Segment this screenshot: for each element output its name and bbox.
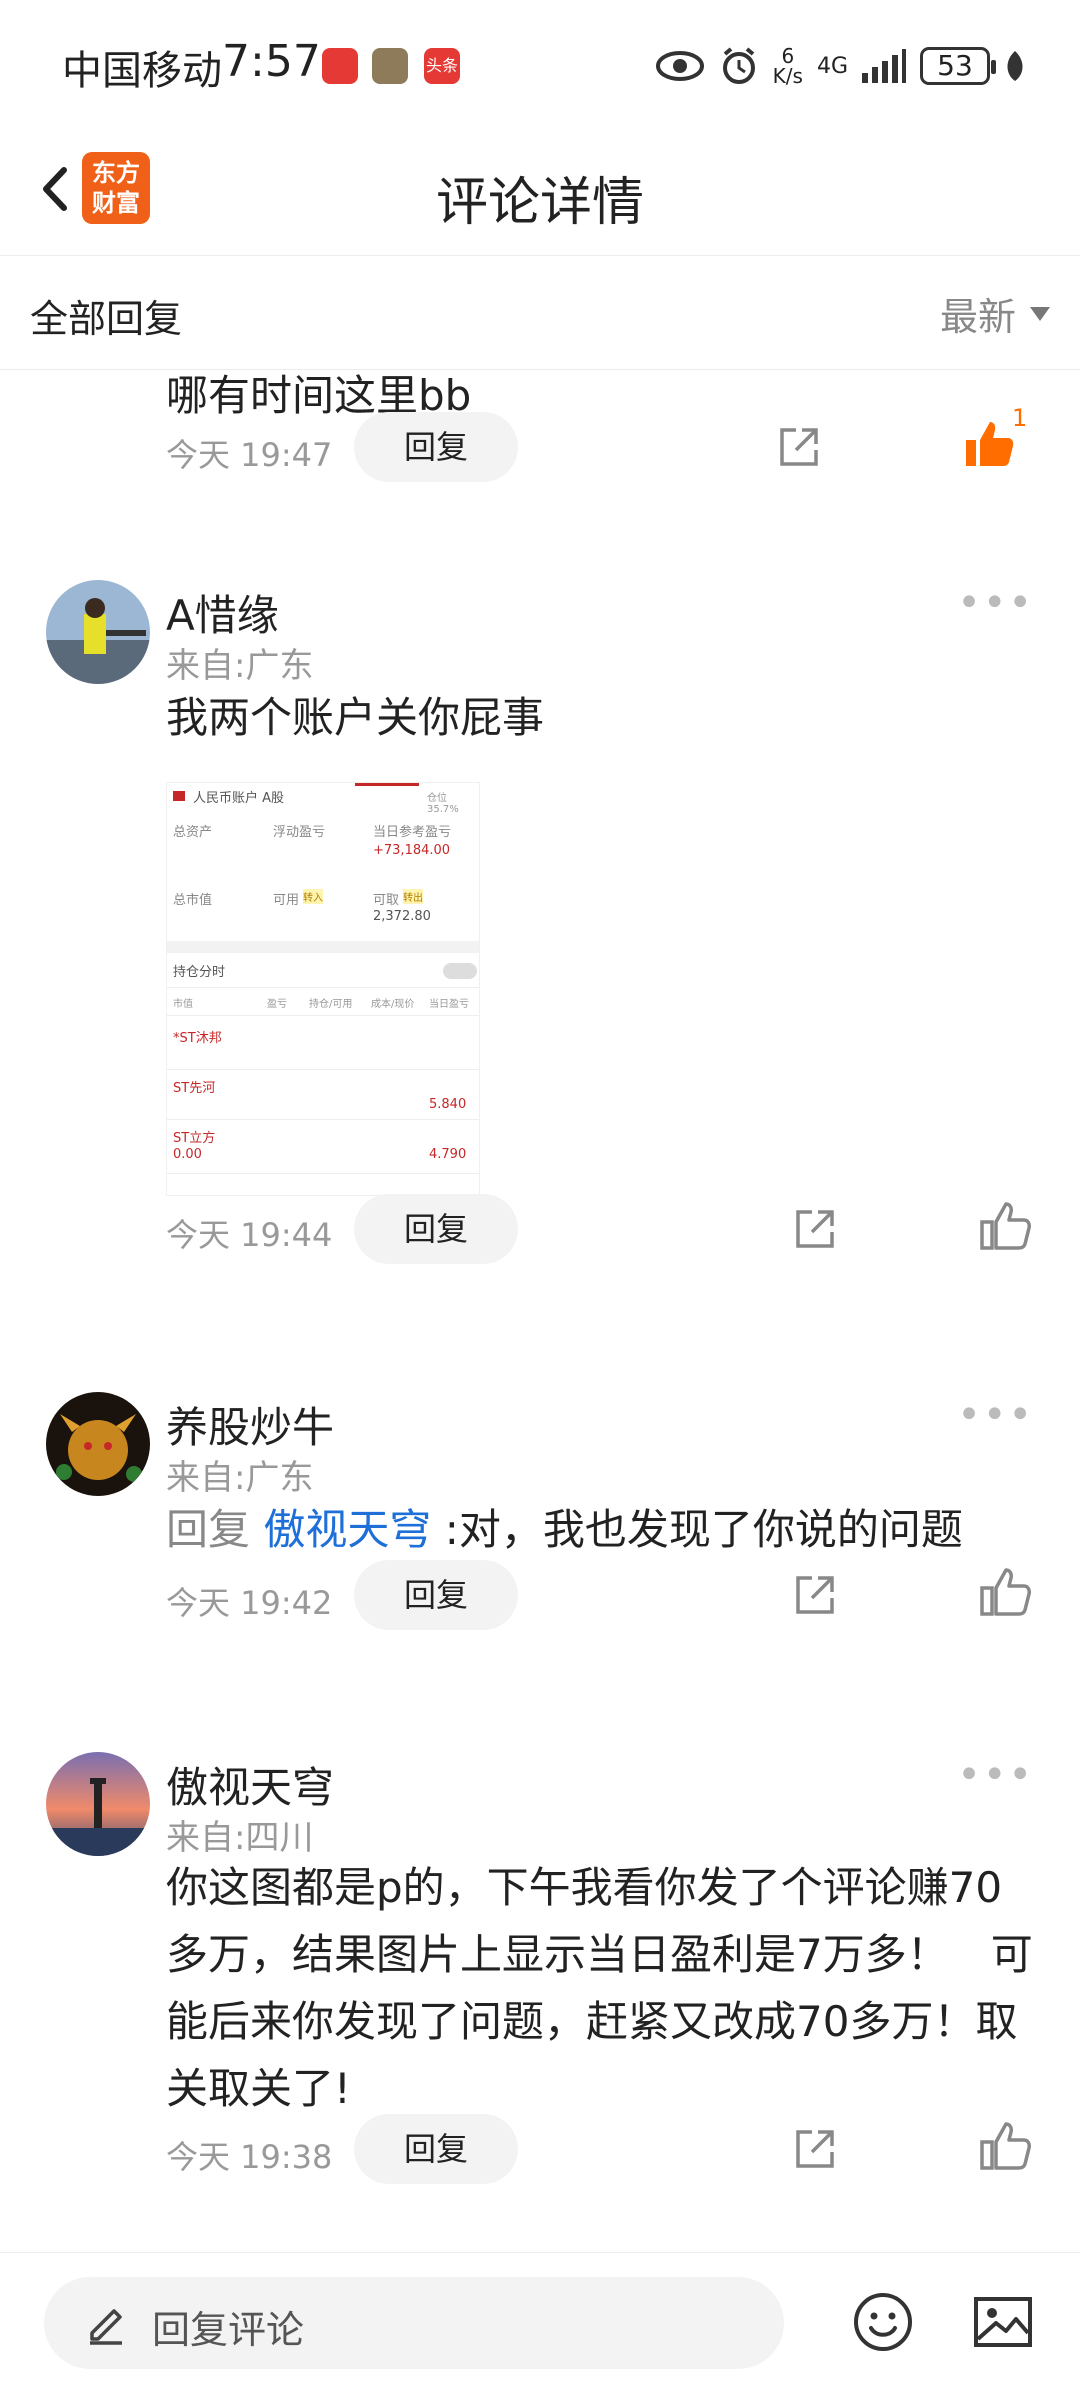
avatar[interactable] bbox=[46, 580, 150, 684]
reply-button[interactable]: 回复 bbox=[354, 412, 518, 482]
avatar[interactable] bbox=[46, 1392, 150, 1496]
reply-button[interactable]: 回复 bbox=[354, 2114, 518, 2184]
comment-item: 傲视天穹 来自:四川 ••• 你这图都是p的，下午我看你发了个评论赚70多万，结… bbox=[0, 1742, 1080, 2242]
more-options-icon[interactable]: ••• bbox=[957, 580, 1034, 626]
battery-indicator: 53 bbox=[920, 47, 996, 85]
mentioned-user-link[interactable]: 傲视天穹 bbox=[263, 1505, 431, 1554]
comment-item: 哪有时间这里bb 今天 19:47 回复 1 bbox=[0, 370, 1080, 562]
comment-text: 你这图都是p的，下午我看你发了个评论赚70多万，结果图片上显示当日盈利是7万多！… bbox=[166, 1863, 1033, 2113]
thumbs-up-icon[interactable] bbox=[978, 2118, 1034, 2174]
pen-icon bbox=[90, 2309, 122, 2345]
all-replies-label: 全部回复 bbox=[30, 297, 183, 341]
username[interactable]: A惜缘 bbox=[166, 582, 279, 643]
image-icon[interactable] bbox=[972, 2291, 1034, 2353]
signal-icon bbox=[862, 49, 906, 83]
share-icon[interactable] bbox=[790, 1204, 840, 1254]
comment-time: 今天 19:44 bbox=[166, 1216, 333, 1254]
reply-button[interactable]: 回复 bbox=[354, 1194, 518, 1264]
comment-item: A惜缘 来自:广东 ••• 我两个账户关你屁事 人民币账户 A股 仓位 35.7… bbox=[0, 570, 1080, 1264]
thumbs-up-icon[interactable] bbox=[978, 1564, 1034, 1620]
net-speed: 6 K/s bbox=[772, 44, 803, 88]
thumbs-up-filled-icon[interactable] bbox=[962, 416, 1018, 472]
network-type: 4G bbox=[816, 53, 848, 79]
reply-prefix: 回复 bbox=[166, 1505, 251, 1554]
comment-item: 养股炒牛 来自:广东 ••• 回复 傲视天穹 :对，我也发现了你说的问题 今天 … bbox=[0, 1382, 1080, 1682]
comment-text: 回复 傲视天穹 :对，我也发现了你说的问题 bbox=[166, 1496, 1036, 1563]
share-icon[interactable] bbox=[790, 2124, 840, 2174]
user-location: 来自:四川 bbox=[166, 1818, 314, 1858]
attached-screenshot[interactable]: 人民币账户 A股 仓位 35.7% 总资产 浮动盈亏 当日参考盈亏 +73,18… bbox=[166, 782, 480, 1196]
reply-placeholder: 回复评论 bbox=[152, 2308, 305, 2352]
page-header: 东方 财富 评论详情 bbox=[0, 130, 1080, 256]
notification-avatar-icon bbox=[372, 48, 408, 84]
comment-time: 今天 19:42 bbox=[166, 1584, 333, 1622]
flag-icon bbox=[173, 791, 185, 801]
sort-label: 最新 bbox=[939, 295, 1016, 339]
page-title: 评论详情 bbox=[435, 173, 644, 233]
clock: 7:57 bbox=[222, 36, 321, 87]
bottom-bar: 回复评论 bbox=[0, 2252, 1080, 2388]
share-icon[interactable] bbox=[774, 422, 824, 472]
emoji-icon[interactable] bbox=[852, 2291, 914, 2353]
avatar[interactable] bbox=[46, 1752, 150, 1856]
leaf-icon bbox=[1007, 51, 1023, 81]
alarm-icon bbox=[722, 47, 755, 84]
comment-time: 今天 19:38 bbox=[166, 2138, 333, 2176]
comment-text: 哪有时间这里bb bbox=[166, 371, 472, 420]
toutiao-app-icon: 头条 bbox=[424, 48, 460, 84]
user-location: 来自:广东 bbox=[166, 646, 314, 686]
user-location: 来自:广东 bbox=[166, 1458, 314, 1498]
status-icons: 6 K/s 4G 53 bbox=[655, 44, 1026, 88]
carrier-label: 中国移动 bbox=[62, 48, 222, 94]
reply-comment-input[interactable]: 回复评论 bbox=[44, 2277, 784, 2369]
thumbs-up-icon[interactable] bbox=[978, 1198, 1034, 1254]
reply-button[interactable]: 回复 bbox=[354, 1560, 518, 1630]
eye-icon bbox=[655, 51, 704, 81]
status-bar: 中国移动 7:57 头条 6 K/s 4G 53 bbox=[0, 0, 1080, 130]
reply-body: :对，我也发现了你说的问题 bbox=[444, 1505, 963, 1554]
username[interactable]: 傲视天穹 bbox=[166, 1754, 334, 1815]
like-count: 1 bbox=[1012, 404, 1028, 432]
comment-time: 今天 19:47 bbox=[166, 436, 333, 474]
sort-dropdown[interactable]: 最新 bbox=[940, 286, 1050, 341]
username[interactable]: 养股炒牛 bbox=[166, 1394, 334, 1455]
share-icon[interactable] bbox=[790, 1570, 840, 1620]
filter-bar: 全部回复 最新 bbox=[0, 256, 1080, 370]
more-options-icon[interactable]: ••• bbox=[957, 1752, 1034, 1798]
comment-list[interactable]: 哪有时间这里bb 今天 19:47 回复 1 A惜缘 来自:广东 ••• 我两个… bbox=[0, 370, 1080, 2250]
comment-text: 我两个账户关你屁事 bbox=[166, 693, 545, 742]
notification-app-icon bbox=[322, 48, 358, 84]
caret-down-icon bbox=[1030, 306, 1050, 321]
more-options-icon[interactable]: ••• bbox=[957, 1392, 1034, 1438]
